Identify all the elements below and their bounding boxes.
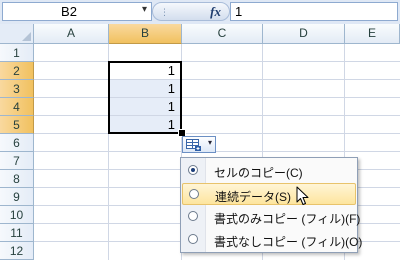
column-header-d[interactable]: D — [263, 24, 345, 44]
menu-item-label: セルのコピー(C) — [214, 166, 303, 180]
name-box[interactable]: B2 ▾ — [2, 2, 152, 21]
cell-b2[interactable]: 1 — [109, 62, 181, 80]
row-header-7[interactable]: 7 — [0, 152, 34, 170]
menu-item-label: 連続データ(S) — [215, 190, 291, 204]
menu-item-fill-without-formatting[interactable]: 書式なしコピー (フィル)(O) — [182, 229, 362, 251]
autofill-options-button[interactable]: ▾ — [182, 136, 216, 153]
menu-item-fill-series[interactable]: 連続データ(S) — [182, 183, 356, 205]
row-header-6[interactable]: 6 — [0, 134, 34, 152]
row-header-8[interactable]: 8 — [0, 170, 34, 188]
select-all-button[interactable] — [0, 24, 34, 44]
row-header-10[interactable]: 10 — [0, 206, 34, 224]
gridline — [108, 44, 109, 260]
row-header-12[interactable]: 12 — [0, 242, 34, 260]
menu-item-label: 書式なしコピー (フィル)(O) — [214, 235, 363, 249]
column-header-c[interactable]: C — [182, 24, 263, 44]
row-header-9[interactable]: 9 — [0, 188, 34, 206]
gridline — [34, 115, 400, 116]
cell-b3[interactable]: 1 — [109, 80, 181, 98]
row-header-5[interactable]: 5 — [0, 116, 34, 134]
radio-icon — [189, 189, 199, 199]
gridline — [34, 133, 400, 134]
formula-input[interactable]: 1 — [230, 2, 398, 21]
radio-icon — [188, 234, 198, 244]
autofill-options-menu: セルのコピー(C) 連続データ(S) 書式のみコピー (フィル)(F) 書式なし… — [180, 157, 362, 253]
column-header-b[interactable]: B — [109, 24, 182, 44]
select-all-icon — [22, 32, 31, 41]
name-box-value: B2 — [61, 4, 77, 19]
column-header-e[interactable]: E — [345, 24, 400, 44]
column-header-a[interactable]: A — [34, 24, 109, 44]
chevron-down-icon: ▾ — [207, 138, 212, 147]
menu-item-fill-formatting-only[interactable]: 書式のみコピー (フィル)(F) — [182, 206, 360, 228]
gridline — [34, 61, 400, 62]
cell-b5[interactable]: 1 — [109, 116, 181, 134]
splitter-handle-icon[interactable]: ⋮ — [160, 7, 170, 18]
row-header-4[interactable]: 4 — [0, 98, 34, 116]
row-header-3[interactable]: 3 — [0, 80, 34, 98]
row-header-2[interactable]: 2 — [0, 62, 34, 80]
formula-value: 1 — [235, 4, 243, 19]
name-box-dropdown-icon[interactable]: ▾ — [142, 4, 147, 15]
gridline — [34, 79, 400, 80]
gridline — [34, 151, 400, 152]
cell-b4[interactable]: 1 — [109, 98, 181, 116]
radio-icon — [188, 211, 198, 221]
mouse-cursor-icon — [296, 186, 309, 205]
menu-item-copy-cells[interactable]: セルのコピー(C) — [182, 160, 356, 182]
formula-tools: ⋮ fx — [152, 2, 230, 21]
radio-selected-icon — [188, 165, 198, 175]
gridline — [34, 97, 400, 98]
row-header-11[interactable]: 11 — [0, 224, 34, 242]
insert-function-button[interactable]: fx — [210, 4, 221, 20]
menu-item-label: 書式のみコピー (フィル)(F) — [214, 212, 361, 226]
row-header-1[interactable]: 1 — [0, 44, 34, 62]
autofill-options-icon — [186, 139, 201, 151]
formula-bar: B2 ▾ ⋮ fx 1 — [0, 0, 400, 25]
